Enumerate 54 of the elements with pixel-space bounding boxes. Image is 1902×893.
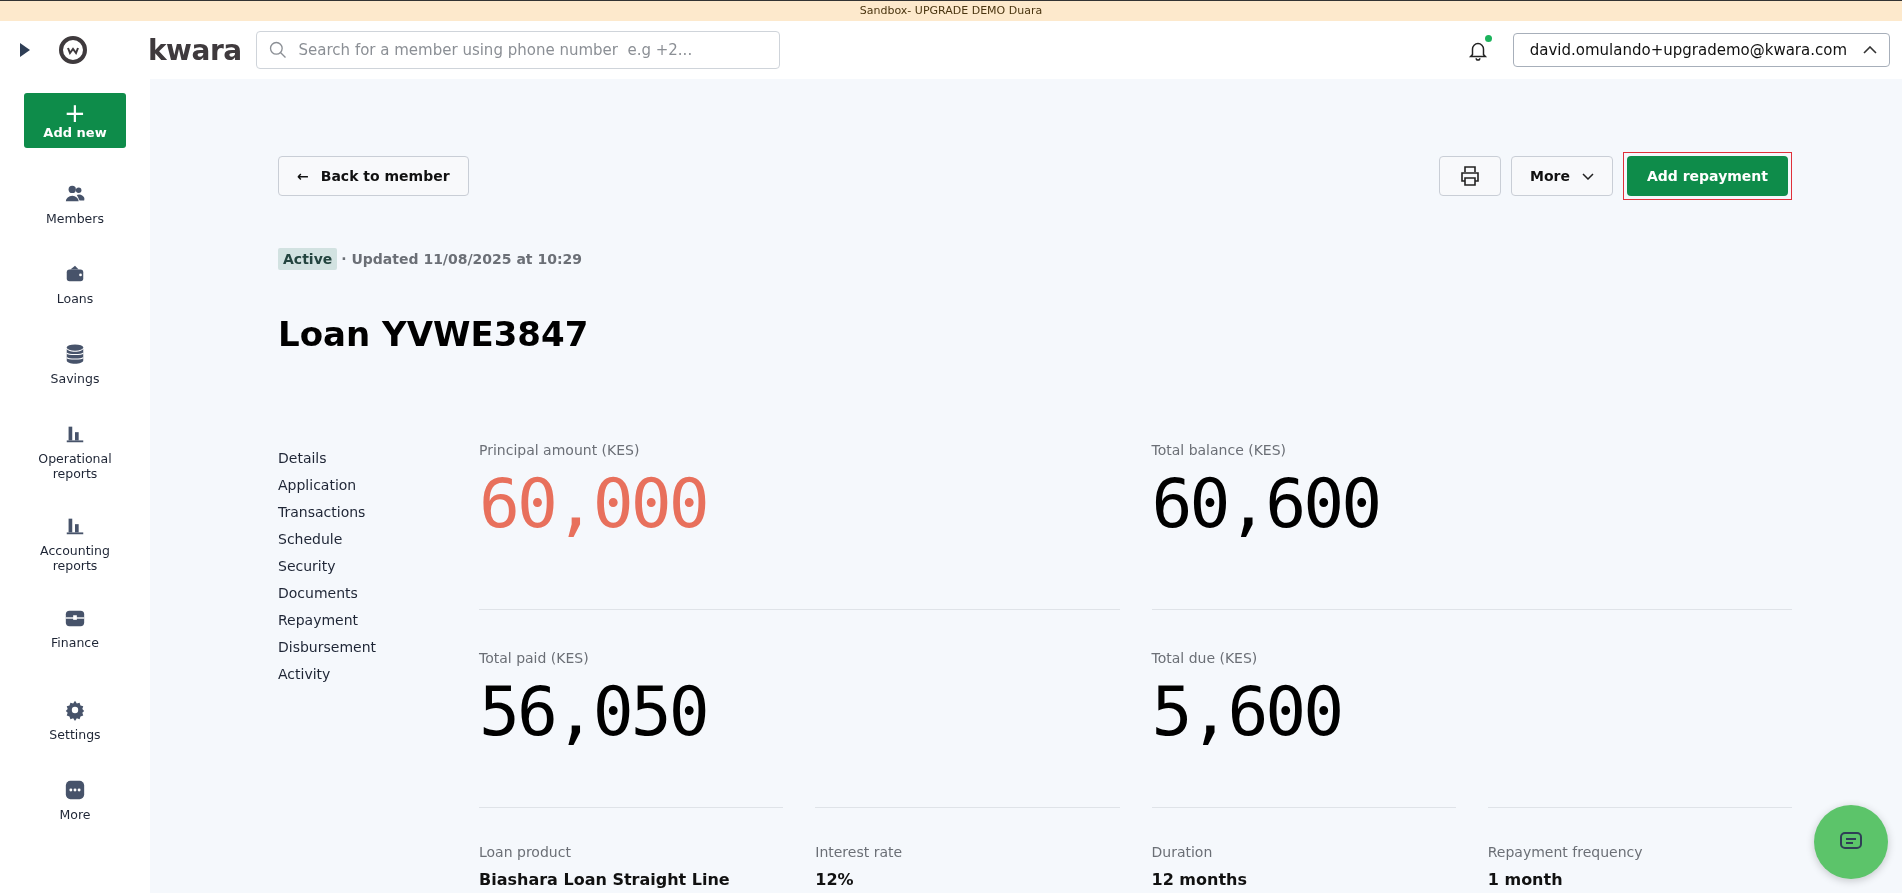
sidebar-nav-item[interactable]: Savings <box>25 343 125 423</box>
chevron-icon <box>1863 46 1877 54</box>
sidebar-nav-item[interactable]: More <box>25 779 125 859</box>
printer-icon <box>1458 164 1482 188</box>
section-nav-link[interactable]: Repayment <box>278 612 479 628</box>
database-icon <box>64 343 86 365</box>
print-button[interactable] <box>1439 156 1501 196</box>
stat-value: 5,600 <box>1151 672 1343 751</box>
detail-label: Interest rate <box>815 844 904 860</box>
back-to-member-button[interactable]: ← Back to member <box>278 156 469 196</box>
section-nav-link[interactable]: Disbursement <box>278 639 479 655</box>
sidebar-nav-item[interactable]: Members <box>25 183 125 263</box>
section-nav-link[interactable]: Security <box>278 558 479 574</box>
sidebar-nav-item[interactable]: Operational reports <box>25 423 125 515</box>
section-nav-link[interactable]: Transactions <box>278 504 479 520</box>
add-new-button[interactable]: + Add new <box>24 93 126 148</box>
detail-value: Biashara Loan Straight Line <box>479 870 731 889</box>
detail-value: 1 month <box>1487 870 1564 889</box>
stat-label: Total paid (KES) <box>479 650 590 666</box>
section-nav-link[interactable]: Details <box>278 450 479 466</box>
updated-text: · Updated 11/08/2025 at 10:29 <box>341 251 582 267</box>
settings-icon <box>64 699 86 721</box>
stat-value: 60,600 <box>1151 464 1381 543</box>
search-icon <box>267 40 288 60</box>
more-dots-icon <box>64 779 86 801</box>
detail-label: Loan product <box>479 844 572 860</box>
more-dropdown-button[interactable]: More <box>1511 156 1613 196</box>
detail-label: Repayment frequency <box>1487 844 1644 860</box>
brand-wordmark: kwara <box>148 33 242 67</box>
sandbox-banner-text: Sandbox- UPGRADE DEMO Duara <box>859 4 1043 17</box>
stat-value: 60,000 <box>479 464 708 543</box>
sidebar-nav-item[interactable]: Settings <box>25 699 125 779</box>
detail-value: 12% <box>815 870 855 889</box>
status-badge: Active <box>278 248 338 270</box>
stat-label: Total balance (KES) <box>1151 442 1288 458</box>
section-nav-link[interactable]: Activity <box>278 666 479 682</box>
logo-icon <box>58 35 88 65</box>
expand-triangle-icon <box>20 43 30 57</box>
sidebar-nav-item[interactable]: Loans <box>25 263 125 343</box>
sidebar-nav-item[interactable]: Finance <box>25 607 125 699</box>
detail-label: Duration <box>1151 844 1214 860</box>
detail-value: 12 months <box>1151 870 1248 889</box>
stat-label: Principal amount (KES) <box>479 442 641 458</box>
loan-title: Loan YVWE3847 <box>278 314 590 354</box>
sidebar-nav-item[interactable]: Accounting reports <box>25 515 125 607</box>
stat-label: Total due (KES) <box>1151 650 1259 666</box>
user-menu-button[interactable]: david.omulando+upgrademo@kwara.com <box>1512 33 1890 67</box>
chevron-down-icon <box>1581 172 1594 180</box>
section-nav-link[interactable]: Schedule <box>278 531 479 547</box>
stat-value: 56,050 <box>479 672 708 751</box>
section-nav-link[interactable]: Documents <box>278 585 479 601</box>
add-repayment-button[interactable]: Add repayment <box>1626 156 1788 196</box>
search-field[interactable]: Search for a member using phone number e.g +2... <box>255 31 780 69</box>
section-nav-link[interactable]: Application <box>278 477 479 493</box>
